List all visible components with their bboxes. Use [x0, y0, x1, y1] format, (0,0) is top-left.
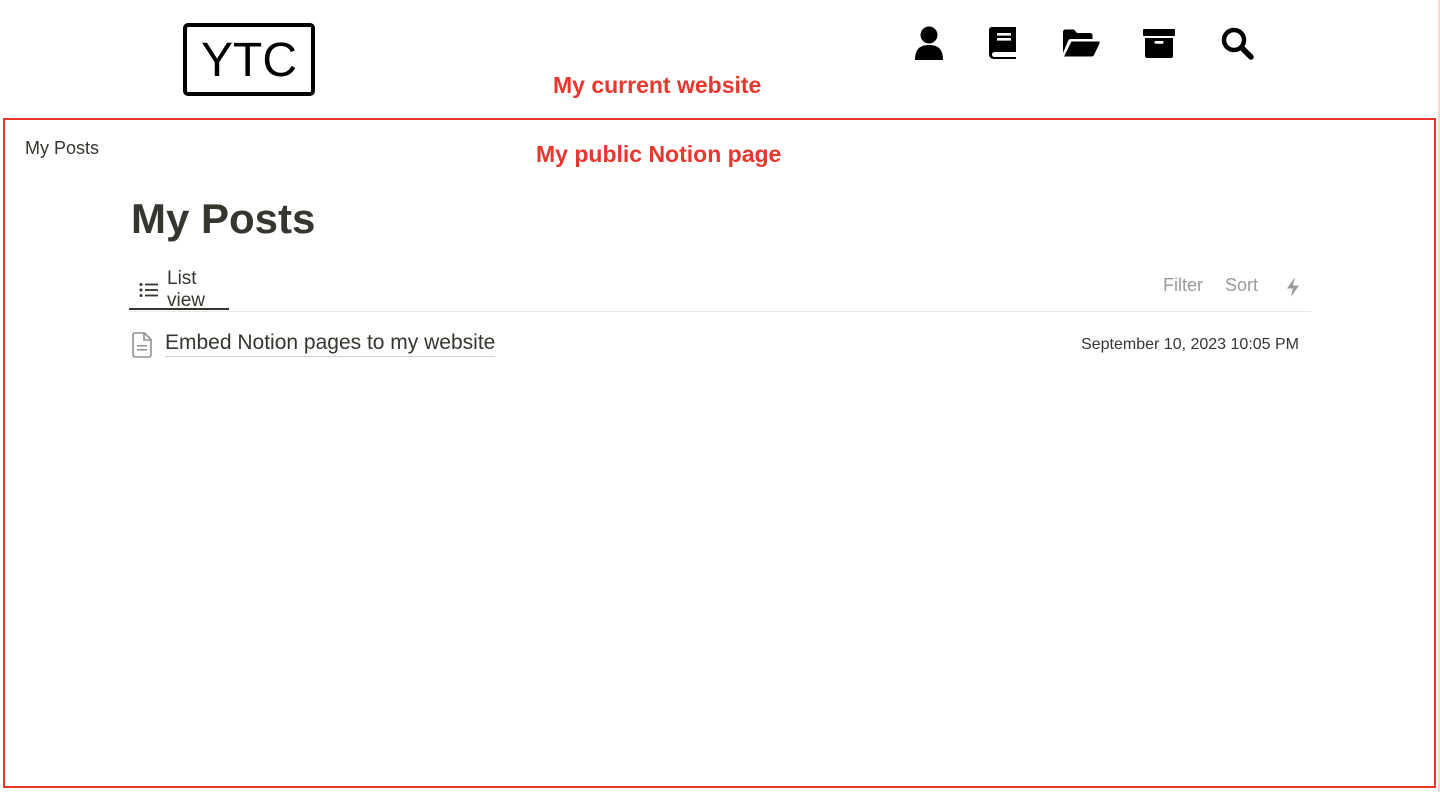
site-logo[interactable]: YTC	[183, 23, 315, 96]
archive-icon[interactable]	[1141, 25, 1177, 61]
folder-open-icon[interactable]	[1061, 25, 1101, 61]
tab-list-view[interactable]: List view	[129, 268, 229, 311]
notion-page-annotation: My public Notion page	[536, 141, 782, 167]
post-title-link[interactable]: Embed Notion pages to my website	[165, 331, 496, 357]
document-icon	[131, 332, 153, 358]
lightning-icon[interactable]	[1284, 276, 1302, 298]
list-item[interactable]: Embed Notion pages to my website Septemb…	[129, 328, 1305, 364]
post-date: September 10, 2023 10:05 PM	[1081, 336, 1299, 353]
notion-embed-frame: My Posts My public Notion page My Posts …	[3, 118, 1436, 788]
filter-button[interactable]: Filter	[1163, 275, 1203, 296]
view-divider	[129, 311, 1311, 312]
page-title: My Posts	[131, 195, 316, 242]
user-icon[interactable]	[911, 25, 947, 61]
current-website-annotation: My current website	[553, 72, 762, 98]
breadcrumb[interactable]: My Posts	[25, 138, 99, 159]
tab-label: List view	[167, 268, 206, 311]
search-icon[interactable]	[1219, 25, 1255, 61]
sort-button[interactable]: Sort	[1225, 275, 1258, 296]
logo-text: YTC	[201, 33, 297, 87]
list-icon	[139, 282, 159, 298]
book-icon[interactable]	[985, 25, 1021, 61]
